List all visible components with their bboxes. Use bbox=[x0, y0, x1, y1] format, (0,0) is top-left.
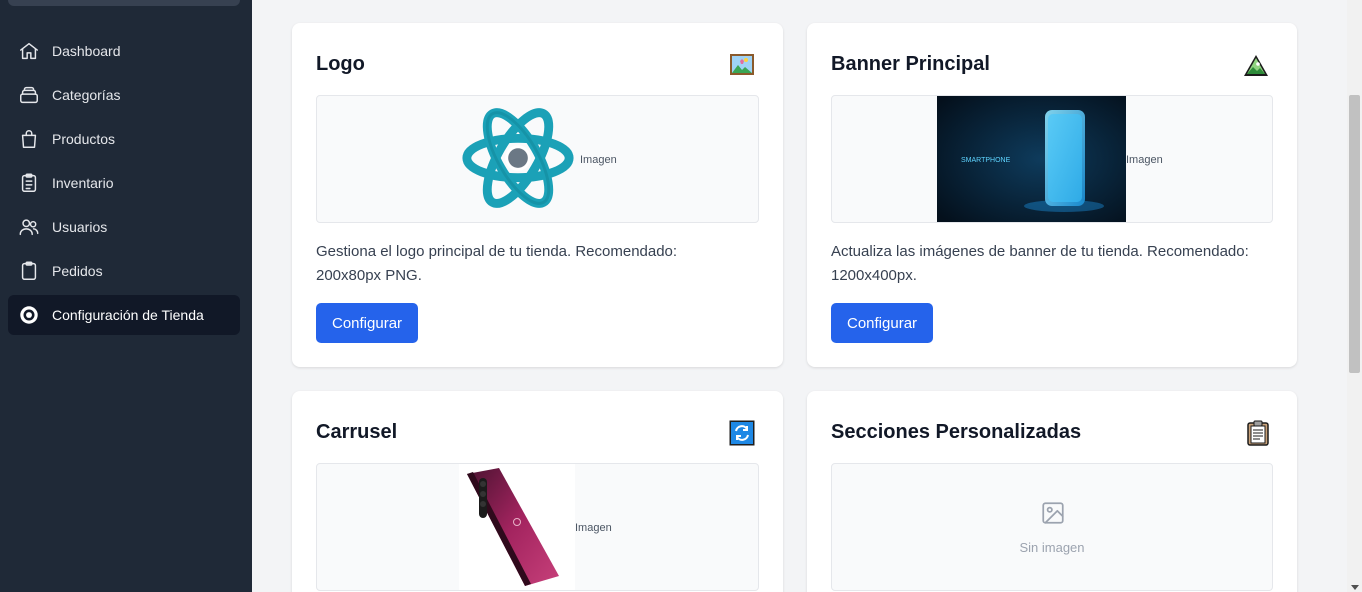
card-title: Secciones Personalizadas bbox=[831, 421, 1082, 443]
sidebar-item-label: Inventario bbox=[52, 175, 114, 191]
clipboard-emoji-icon bbox=[1245, 420, 1271, 446]
image-alt-text: Imagen bbox=[575, 522, 612, 534]
sidebar: Dashboard Categorías Productos Inventari… bbox=[0, 0, 252, 592]
card-description: Actualiza las imágenes de banner de tu t… bbox=[831, 243, 1249, 284]
sidebar-item-label: Dashboard bbox=[52, 43, 121, 59]
framed-picture-icon bbox=[729, 52, 755, 78]
sidebar-item-label: Usuarios bbox=[52, 219, 108, 235]
clipboard-list-icon bbox=[18, 172, 40, 194]
banner-preview[interactable]: SMARTPHONE Imagen bbox=[831, 95, 1273, 223]
banner-card: Banner Principal SMARTPHONE Imagen Actua… bbox=[807, 23, 1297, 367]
image-alt-text: Imagen bbox=[580, 154, 617, 166]
sidebar-item-label: Categorías bbox=[52, 87, 121, 103]
card-title: Carrusel bbox=[316, 421, 398, 443]
sidebar-item-label: Pedidos bbox=[52, 263, 103, 279]
sidebar-item-dashboard[interactable]: Dashboard bbox=[8, 31, 240, 71]
sidebar-item-inventario[interactable]: Inventario bbox=[8, 163, 240, 203]
clipboard-icon bbox=[18, 260, 40, 282]
card-title: Banner Principal bbox=[831, 53, 990, 75]
configure-banner-button[interactable]: Configurar bbox=[831, 303, 934, 343]
store-settings-icon bbox=[18, 304, 40, 326]
sidebar-item-label: Productos bbox=[52, 131, 116, 147]
logo-card: Logo Imagen Gestiona el logo principal d… bbox=[292, 23, 783, 367]
image-placeholder-icon bbox=[1040, 500, 1066, 526]
sidebar-item-usuarios[interactable]: Usuarios bbox=[8, 207, 240, 247]
scrollbar-thumb[interactable] bbox=[1349, 95, 1360, 373]
refresh-arrows-icon bbox=[729, 420, 755, 446]
sidebar-nav: Dashboard Categorías Productos Inventari… bbox=[8, 31, 240, 339]
banner-image-text: SMARTPHONE bbox=[961, 157, 1011, 164]
sidebar-item-categorias[interactable]: Categorías bbox=[8, 75, 240, 115]
card-title: Logo bbox=[316, 53, 365, 75]
logo-image bbox=[462, 108, 574, 208]
configure-logo-button[interactable]: Configurar bbox=[316, 303, 419, 343]
empty-image-text: Sin imagen bbox=[1019, 540, 1085, 555]
custom-sections-card: Secciones Personalizadas Sin imagen bbox=[807, 391, 1297, 592]
sidebar-item-configuracion-tienda[interactable]: Configuración de Tienda bbox=[8, 295, 240, 335]
scroll-down-arrow-icon[interactable] bbox=[1351, 585, 1359, 590]
sidebar-item-pedidos[interactable]: Pedidos bbox=[8, 251, 240, 291]
card-description: Gestiona el logo principal de tu tienda.… bbox=[316, 243, 678, 284]
home-icon bbox=[18, 40, 40, 62]
mountain-picture-icon bbox=[1243, 52, 1269, 78]
image-alt-text: Imagen bbox=[1126, 154, 1163, 166]
carousel-image bbox=[459, 464, 575, 590]
banner-image: SMARTPHONE bbox=[937, 96, 1126, 222]
sidebar-header-stub bbox=[8, 0, 240, 6]
layers-icon bbox=[18, 84, 40, 106]
sidebar-item-productos[interactable]: Productos bbox=[8, 119, 240, 159]
logo-preview[interactable]: Imagen bbox=[316, 95, 759, 223]
sidebar-item-label: Configuración de Tienda bbox=[52, 307, 204, 323]
carousel-card: Carrusel Imagen bbox=[292, 391, 783, 592]
page-scrollbar[interactable] bbox=[1347, 0, 1362, 592]
shopping-bag-icon bbox=[18, 128, 40, 150]
users-icon bbox=[18, 216, 40, 238]
carousel-preview[interactable]: Imagen bbox=[316, 463, 759, 591]
custom-sections-preview[interactable]: Sin imagen bbox=[831, 463, 1273, 591]
